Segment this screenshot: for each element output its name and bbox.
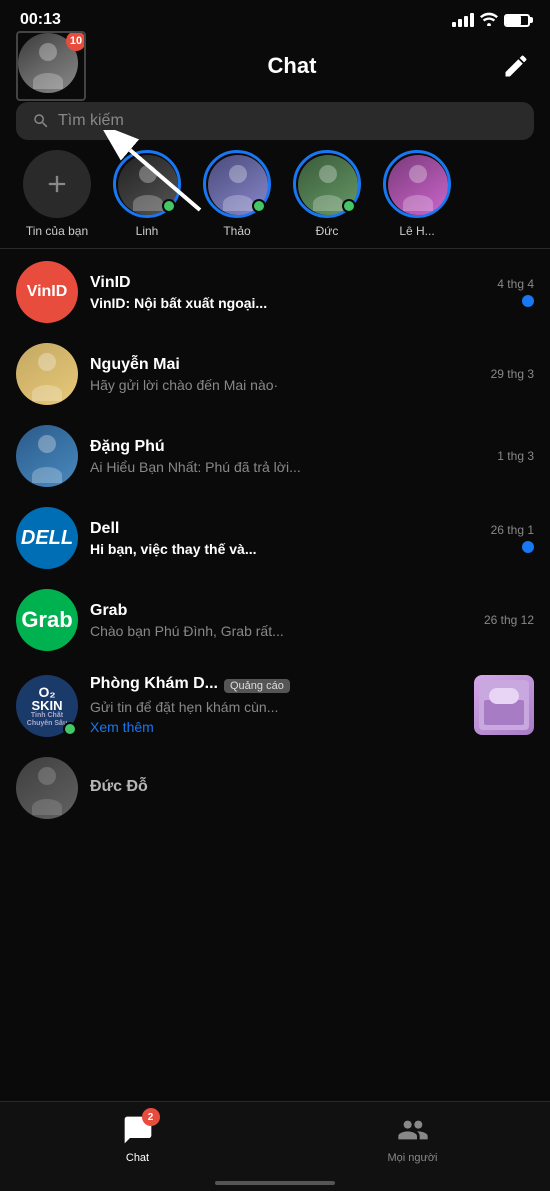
ad-badge-label: Quảng cáo — [224, 679, 290, 693]
chat-time-grab: 26 thg 12 — [484, 613, 534, 627]
wifi-icon — [480, 12, 498, 29]
chat-meta-nguyenmai: 29 thg 3 — [491, 367, 534, 381]
chat-preview-vinid: VinID: Nội bất xuất ngoại... — [90, 295, 485, 311]
header: 10 Chat — [0, 36, 550, 96]
chat-list: VinID VinID VinID: Nội bất xuất ngoại...… — [0, 251, 550, 829]
chat-name-dangphu: Đặng Phú — [90, 438, 485, 456]
chat-item-nguyenmai[interactable]: Nguyễn Mai Hãy gửi lời chào đến Mai nào·… — [0, 333, 550, 415]
chat-info-dangphu: Đặng Phú Ai Hiểu Bạn Nhất: Phú đã trả lờ… — [90, 438, 485, 475]
chat-name-vinid: VinID — [90, 274, 485, 292]
chat-avatar-dangphu — [16, 425, 78, 487]
chat-time-vinid: 4 thg 4 — [497, 277, 534, 291]
story-name-leh: Lê H... — [399, 224, 434, 238]
story-avatar-leh — [388, 155, 448, 215]
story-leh[interactable]: Lê H... — [372, 150, 462, 238]
status-icons — [452, 12, 530, 29]
chat-name-grab: Grab — [90, 602, 472, 620]
home-indicator — [215, 1181, 335, 1185]
chat-meta-grab: 26 thg 12 — [484, 613, 534, 627]
chat-preview-dell: Hi bạn, việc thay thế và... — [90, 541, 479, 557]
chat-avatar-grab: Grab — [16, 589, 78, 651]
story-name-thao: Thảo — [223, 224, 250, 238]
story-add-label: Tin của bạn — [26, 224, 88, 238]
tab-people-icon-wrap — [395, 1112, 431, 1148]
chat-meta-dangphu: 1 thg 3 — [497, 449, 534, 463]
story-name-linh: Linh — [136, 224, 159, 238]
tab-chat-label: Chat — [126, 1152, 149, 1164]
story-add[interactable]: Tin của bạn — [12, 150, 102, 238]
chat-info-ducdo: Đức Đỗ — [90, 778, 534, 799]
chat-info-grab: Grab Chào bạn Phú Đình, Grab rất... — [90, 602, 472, 639]
chat-info-phongkham: Phòng Khám D... Quảng cáo Gửi tin để đặt… — [90, 675, 462, 735]
tab-people-label: Mọi người — [387, 1152, 437, 1164]
tab-bar: 2 Chat Mọi người — [0, 1101, 550, 1191]
online-dot-phongkham — [63, 722, 77, 736]
avatar-badge: 10 — [66, 31, 86, 51]
chat-name-dell: Dell — [90, 520, 479, 538]
chat-item-dangphu[interactable]: Đặng Phú Ai Hiểu Bạn Nhất: Phú đã trả lờ… — [0, 415, 550, 497]
chat-avatar-phongkham: O₂ SKIN Tinh ChấtChuyên Sâu — [16, 675, 78, 737]
chat-tab-badge: 2 — [142, 1108, 160, 1126]
story-linh[interactable]: Linh — [102, 150, 192, 238]
search-placeholder: Tìm kiếm — [58, 112, 124, 130]
see-more-link[interactable]: Xem thêm — [90, 719, 462, 735]
online-indicator-linh — [162, 199, 176, 213]
stories-row: Tin của bạn Linh Thảo Đức Lê H... — [0, 150, 550, 248]
chat-preview-dangphu: Ai Hiểu Bạn Nhất: Phú đã trả lời... — [90, 459, 485, 475]
story-ring-leh — [383, 150, 451, 218]
divider — [0, 248, 550, 249]
chat-meta-dell: 26 thg 1 — [491, 523, 534, 553]
chat-time-dell: 26 thg 1 — [491, 523, 534, 537]
user-avatar-button[interactable]: 10 — [16, 31, 86, 101]
compose-button[interactable] — [498, 48, 534, 84]
chat-info-nguyenmai: Nguyễn Mai Hãy gửi lời chào đến Mai nào· — [90, 356, 479, 393]
chat-time-dangphu: 1 thg 3 — [497, 449, 534, 463]
people-tab-icon — [397, 1114, 429, 1146]
chat-avatar-ducdo — [16, 757, 78, 819]
chat-preview-grab: Chào bạn Phú Đình, Grab rất... — [90, 623, 472, 639]
ad-name-row: Phòng Khám D... Quảng cáo — [90, 675, 462, 696]
chat-preview-phongkham: Gửi tin để đặt hẹn khám cùn... — [90, 699, 462, 715]
chat-info-vinid: VinID VinID: Nội bất xuất ngoại... — [90, 274, 485, 311]
chat-name-nguyenmai: Nguyễn Mai — [90, 356, 479, 374]
search-icon — [32, 112, 50, 130]
story-ring-thao — [203, 150, 271, 218]
chat-item-dell[interactable]: DELL Dell Hi bạn, việc thay thế và... 26… — [0, 497, 550, 579]
chat-time-nguyenmai: 29 thg 3 — [491, 367, 534, 381]
chat-item-ducdo[interactable]: Đức Đỗ — [0, 747, 550, 829]
status-time: 00:13 — [20, 11, 61, 29]
unread-dot-vinid — [522, 295, 534, 307]
chat-avatar-nguyenmai — [16, 343, 78, 405]
chat-avatar-dell: DELL — [16, 507, 78, 569]
chat-item-grab[interactable]: Grab Grab Chào bạn Phú Đình, Grab rất...… — [0, 579, 550, 661]
story-duc[interactable]: Đức — [282, 150, 372, 238]
story-thao[interactable]: Thảo — [192, 150, 282, 238]
unread-dot-dell — [522, 541, 534, 553]
signal-icon — [452, 13, 474, 27]
story-ring-duc — [293, 150, 361, 218]
battery-icon — [504, 14, 530, 27]
chat-info-dell: Dell Hi bạn, việc thay thế và... — [90, 520, 479, 557]
chat-preview-nguyenmai: Hãy gửi lời chào đến Mai nào· — [90, 377, 479, 393]
story-name-duc: Đức — [316, 224, 339, 238]
tab-chat[interactable]: 2 Chat — [0, 1112, 275, 1164]
online-indicator-duc — [342, 199, 356, 213]
chat-meta-vinid: 4 thg 4 — [497, 277, 534, 307]
page-title: Chat — [86, 53, 498, 79]
ad-thumbnail — [474, 675, 534, 735]
tab-chat-icon-wrap: 2 — [120, 1112, 156, 1148]
online-indicator-thao — [252, 199, 266, 213]
chat-avatar-vinid: VinID — [16, 261, 78, 323]
chat-item-vinid[interactable]: VinID VinID VinID: Nội bất xuất ngoại...… — [0, 251, 550, 333]
story-ring-linh — [113, 150, 181, 218]
chat-name-ducdo: Đức Đỗ — [90, 778, 534, 796]
chat-item-phongkham[interactable]: O₂ SKIN Tinh ChấtChuyên Sâu Phòng Khám D… — [0, 661, 550, 747]
search-bar[interactable]: Tìm kiếm — [16, 102, 534, 140]
chat-name-phongkham: Phòng Khám D... — [90, 675, 218, 693]
add-story-button[interactable] — [23, 150, 91, 218]
tab-people[interactable]: Mọi người — [275, 1112, 550, 1164]
